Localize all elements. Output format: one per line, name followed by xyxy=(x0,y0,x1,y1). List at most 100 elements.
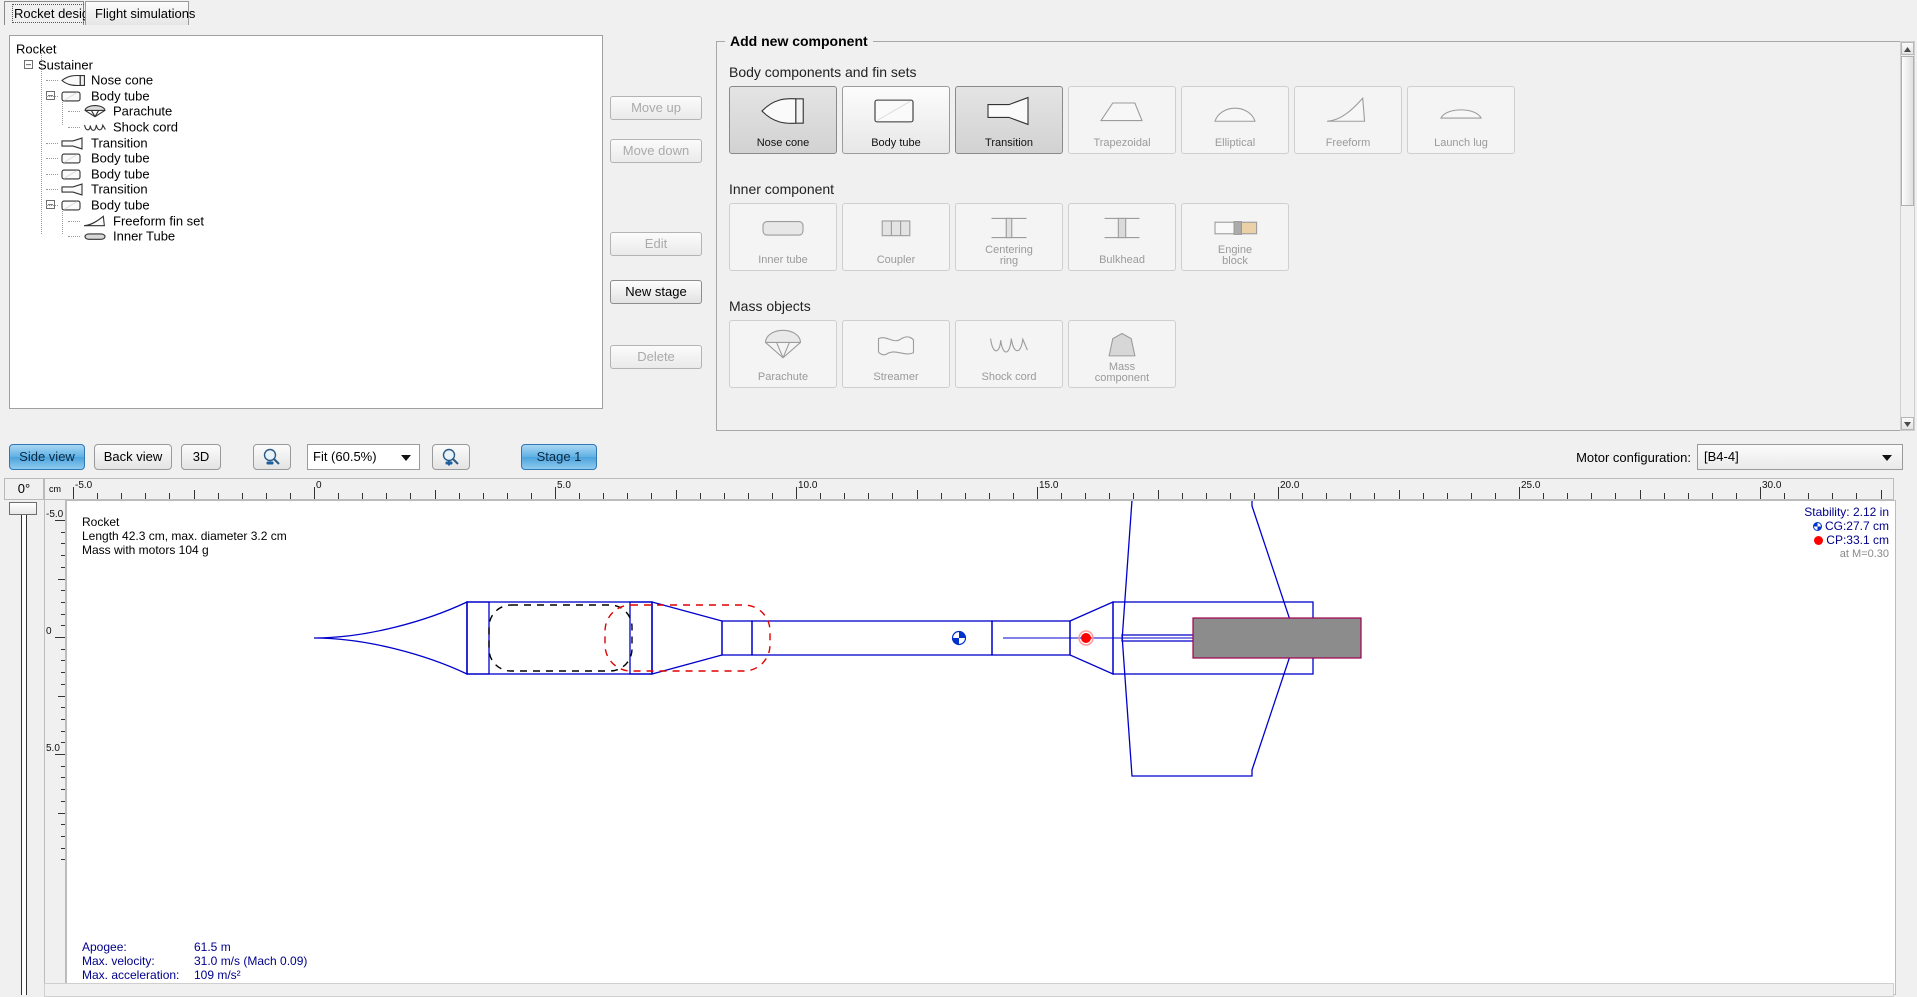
add-freeform-button[interactable]: Freeform xyxy=(1294,86,1402,154)
tree-node-transition[interactable]: Transition xyxy=(60,135,148,151)
motor-configuration-label: Motor configuration: xyxy=(1576,450,1691,465)
motor-configuration-select[interactable]: [B4-4] xyxy=(1697,444,1903,470)
tree-node-body-tube[interactable]: Body tube xyxy=(60,166,150,182)
tree-expander-icon[interactable]: – xyxy=(24,59,33,69)
zoom-out-button[interactable] xyxy=(253,444,291,470)
scroll-up-arrow[interactable] xyxy=(1901,42,1914,55)
component-button-label: Launch lug xyxy=(1434,137,1488,149)
component-tree[interactable]: Rocket – Sustainer Nose cone – Body tube Parac… xyxy=(9,35,603,409)
component-button-label: Freeform xyxy=(1325,137,1371,149)
ruler-tick-minor xyxy=(675,490,677,499)
ruler-tick-major xyxy=(314,487,315,499)
chevron-down-icon xyxy=(401,455,411,461)
add-centering-ring-button[interactable]: Centering ring xyxy=(955,203,1063,271)
add-mass-component-button[interactable]: Mass component xyxy=(1068,320,1176,388)
add-coupler-button[interactable]: Coupler xyxy=(842,203,950,271)
ruler-tick-minor xyxy=(820,493,822,499)
add-trapezoidal-button[interactable]: Trapezoidal xyxy=(1068,86,1176,154)
section-title-mass: Mass objects xyxy=(729,298,811,314)
add-nose-cone-button[interactable]: Nose cone xyxy=(729,86,837,154)
new-stage-button[interactable]: New stage xyxy=(610,280,702,304)
ruler-tick-minor xyxy=(1157,490,1159,499)
zoom-level-select[interactable]: Fit (60.5%) xyxy=(307,444,420,470)
tree-guide-line xyxy=(46,158,58,160)
tree-guide-line xyxy=(46,142,58,144)
horizontal-ruler: -10.0-5.005.010.015.020.025.030.035.040.… xyxy=(44,478,1894,500)
ruler-tick-minor xyxy=(771,493,773,499)
tab-rocket-design[interactable]: Rocket design xyxy=(4,1,99,25)
ruler-tick-minor xyxy=(97,493,99,499)
stability-info: Stability: 2.12 in CG:27.7 cm CP:33.1 cm… xyxy=(1804,505,1889,561)
tree-node-inner-tube[interactable]: Inner Tube xyxy=(82,228,175,244)
motor-configuration-value: [B4-4] xyxy=(1704,449,1739,464)
move-up-button[interactable]: Move up xyxy=(610,96,702,120)
ruler-tick-minor xyxy=(1253,493,1255,499)
add-bulkhead-button[interactable]: Bulkhead xyxy=(1068,203,1176,271)
ruler-tick-major xyxy=(1278,487,1279,499)
tree-node-shock-cord[interactable]: Shock cord xyxy=(82,119,178,135)
add-shock-cord-button[interactable]: Shock cord xyxy=(955,320,1063,388)
move-down-button[interactable]: Move down xyxy=(610,139,702,163)
scroll-down-arrow[interactable] xyxy=(1901,417,1914,430)
tree-node-parachute[interactable]: Parachute xyxy=(82,103,172,119)
tree-guide-line xyxy=(68,111,80,113)
palette-scrollbar[interactable] xyxy=(1900,41,1915,431)
cp-info: CP:33.1 cm xyxy=(1804,533,1889,547)
cg-marker xyxy=(951,630,967,646)
ruler-tick-label: 0 xyxy=(46,626,52,637)
flight-summary: Apogee: 61.5 m Max. velocity: 31.0 m/s (Ma… xyxy=(82,940,307,982)
tree-node-label: Shock cord xyxy=(113,119,179,135)
scrollbar-thumb[interactable] xyxy=(1901,56,1914,206)
vertical-ruler: -5.0 0 5.0 xyxy=(44,500,66,995)
tree-node-body-tube[interactable]: Body tube xyxy=(60,88,150,104)
side-view-button[interactable]: Side view xyxy=(9,444,85,470)
design-horizontal-scrollbar[interactable] xyxy=(44,983,1894,997)
ruler-tick-minor xyxy=(1687,493,1689,499)
zoom-in-button[interactable] xyxy=(432,444,470,470)
delete-button[interactable]: Delete xyxy=(610,345,702,369)
rotation-slider-track[interactable] xyxy=(21,503,27,995)
ruler-tick-major xyxy=(55,520,65,521)
add-parachute-button[interactable]: Parachute xyxy=(729,320,837,388)
add-transition-button[interactable]: Transition xyxy=(955,86,1063,154)
ruler-tick-minor xyxy=(1808,493,1810,499)
ruler-tick-major xyxy=(555,487,556,499)
ruler-tick-label: -5.0 xyxy=(75,480,93,491)
tree-node-label: Inner Tube xyxy=(113,228,176,244)
ruler-tick-minor xyxy=(145,493,147,499)
tree-node-body-tube[interactable]: Body tube xyxy=(60,150,150,166)
tree-node-sustainer[interactable]: Sustainer xyxy=(38,57,93,73)
body-tube-icon xyxy=(60,152,86,165)
tab-flight-simulations-label: Flight simulations xyxy=(95,6,196,21)
ruler-tick-minor xyxy=(1374,493,1376,499)
rocket-drawing-canvas[interactable]: Rocket Length 42.3 cm, max. diameter 3.2… xyxy=(66,500,1896,995)
tree-node-rocket[interactable]: Rocket xyxy=(16,41,56,57)
ruler-tick-minor xyxy=(723,493,725,499)
add-body-tube-button[interactable]: Body tube xyxy=(842,86,950,154)
stage-1-button[interactable]: Stage 1 xyxy=(521,444,597,470)
tree-node-label: Freeform fin set xyxy=(113,213,205,229)
ruler-tick-minor xyxy=(844,493,846,499)
add-elliptical-button[interactable]: Elliptical xyxy=(1181,86,1289,154)
coupler-icon xyxy=(843,212,949,248)
add-launch-lug-button[interactable]: Launch lug xyxy=(1407,86,1515,154)
component-button-label: Elliptical xyxy=(1214,137,1256,149)
ruler-tick-minor xyxy=(289,493,291,499)
add-inner-tube-button[interactable]: Inner tube xyxy=(729,203,837,271)
rotation-slider-knob[interactable] xyxy=(9,502,37,515)
tree-node-body-tube[interactable]: Body tube xyxy=(60,197,150,213)
rocket-info: Rocket Length 42.3 cm, max. diameter 3.2… xyxy=(82,515,287,557)
body-tube-icon xyxy=(60,90,86,103)
edit-button[interactable]: Edit xyxy=(610,232,702,256)
tab-flight-simulations[interactable]: Flight simulations xyxy=(85,1,195,25)
shock-cord-icon xyxy=(82,121,108,134)
tree-node-transition[interactable]: Transition xyxy=(60,181,148,197)
add-engine-block-button[interactable]: Engine block xyxy=(1181,203,1289,271)
back-view-button[interactable]: Back view xyxy=(94,444,172,470)
tree-node-freeform-fin-set[interactable]: Freeform fin set xyxy=(82,213,204,229)
three-d-view-button[interactable]: 3D xyxy=(181,444,221,470)
add-streamer-button[interactable]: Streamer xyxy=(842,320,950,388)
tree-node-nose-cone[interactable]: Nose cone xyxy=(60,72,153,88)
elliptical-fin-icon xyxy=(1182,95,1288,131)
ruler-tick-minor xyxy=(121,493,123,499)
